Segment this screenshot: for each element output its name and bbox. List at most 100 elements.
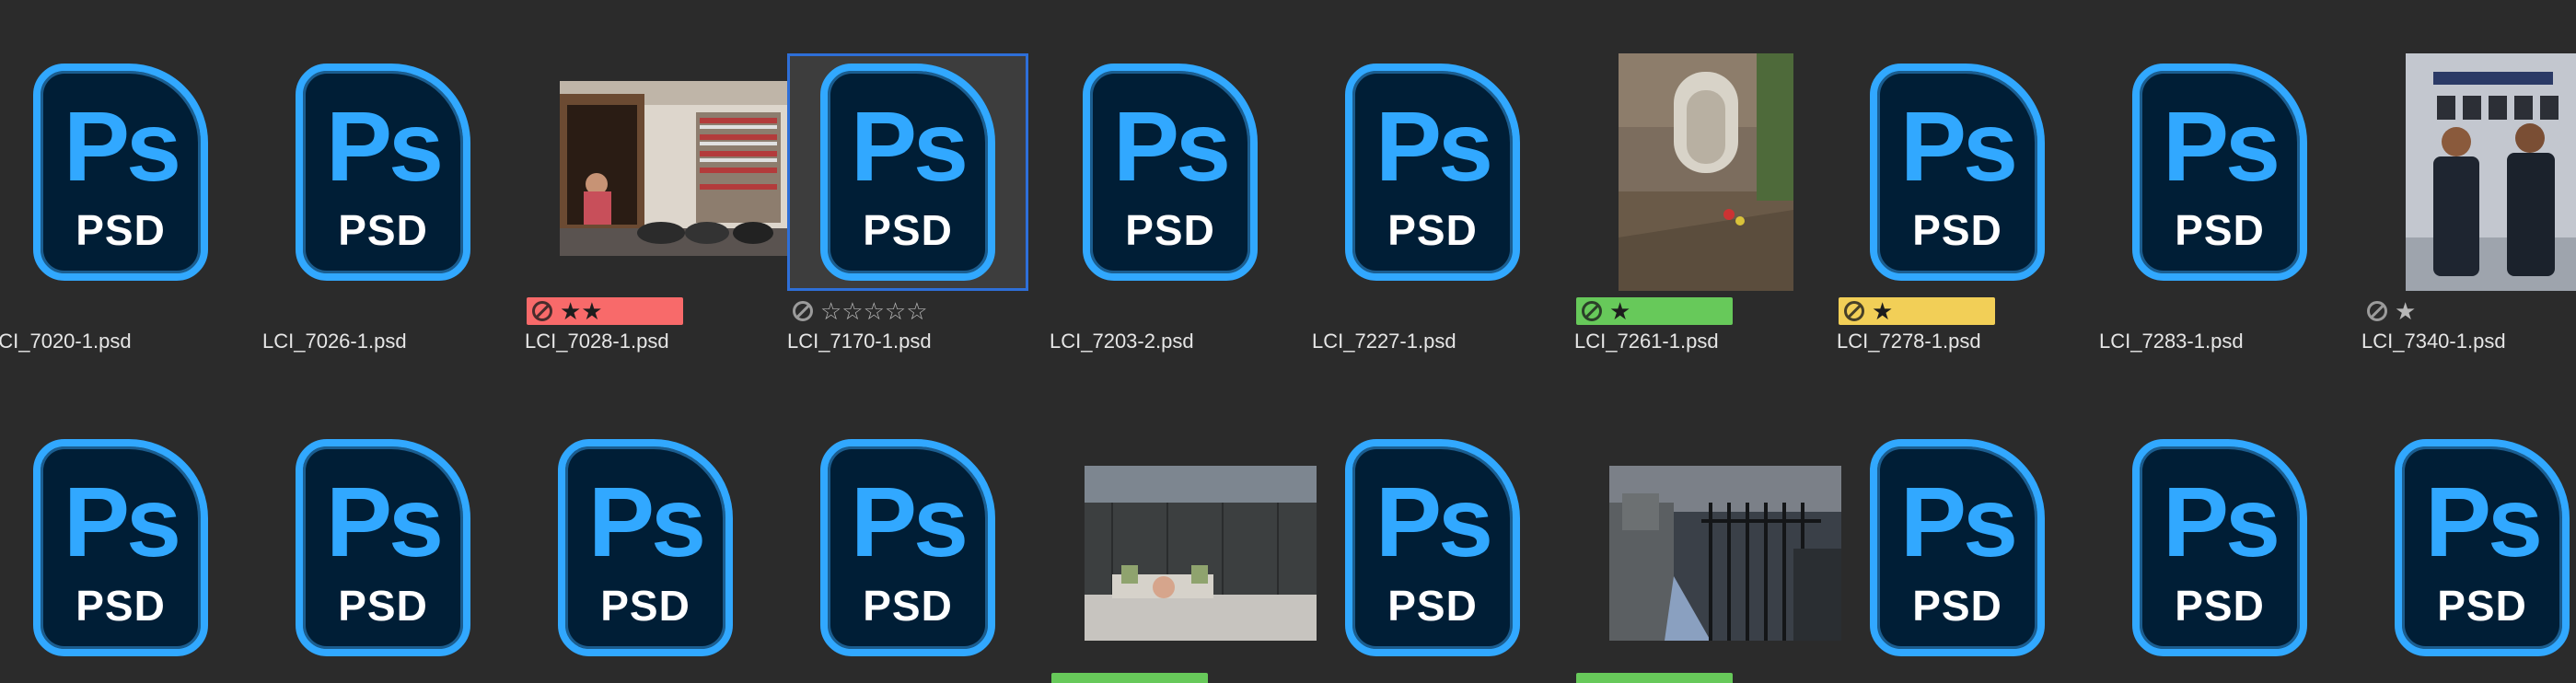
thumbnail-cell[interactable]: Ps PSD LCI_7020-1.psd <box>0 0 262 353</box>
psd-icon-ps-text: Ps <box>2424 466 2543 577</box>
thumbnail-frame[interactable] <box>1574 53 1816 291</box>
file-name-label: LCI_7020-1.psd <box>0 330 132 353</box>
psd-icon-psd-text: PSD <box>1387 582 1478 630</box>
psd-icon-ps-text: Ps <box>1899 466 2018 577</box>
psd-file-icon: Ps PSD <box>33 439 208 656</box>
rating-label-bar[interactable]: ★ <box>1839 297 1995 325</box>
thumbnail-frame[interactable]: Ps PSD <box>2099 429 2340 666</box>
reject-icon[interactable] <box>1844 301 1864 321</box>
star-rating[interactable]: ★ <box>1872 297 1893 325</box>
thumbnail-frame[interactable] <box>2361 53 2576 291</box>
rating-label-bar[interactable]: ★ <box>1576 297 1733 325</box>
thumbnail-frame[interactable]: Ps PSD <box>1312 429 1553 666</box>
psd-icon-psd-text: PSD <box>2437 582 2527 630</box>
thumbnail-cell[interactable]: Ps PSD <box>262 376 525 683</box>
file-name-label: LCI_7203-2.psd <box>1050 330 1194 353</box>
thumbnail-frame[interactable]: Ps PSD <box>0 53 241 291</box>
psd-file-icon: Ps PSD <box>2132 64 2307 281</box>
psd-file-icon: Ps PSD <box>296 64 470 281</box>
thumbnail-frame[interactable]: Ps PSD <box>1837 53 2078 291</box>
psd-icon-psd-text: PSD <box>75 582 166 630</box>
thumbnail-cell[interactable]: Ps PSD ★ LCI_7278-1.psd <box>1837 0 2099 353</box>
rating-label-bar[interactable] <box>1576 673 1733 683</box>
psd-icon-psd-text: PSD <box>338 206 428 254</box>
thumbnail-frame[interactable]: Ps PSD <box>2361 429 2576 666</box>
star-rating[interactable]: ★ <box>2395 297 2416 325</box>
thumbnail-frame[interactable]: Ps PSD <box>787 53 1028 291</box>
thumbnail-cell[interactable] <box>1574 376 1841 683</box>
psd-icon-ps-text: Ps <box>2162 90 2280 202</box>
file-name-label: LCI_7261-1.psd <box>1574 330 1719 353</box>
thumbnail-grid: Ps PSD LCI_7020-1.psd Ps PSD LCI_7026-1.psd ★… <box>0 0 2576 683</box>
psd-file-icon: Ps PSD <box>558 439 733 656</box>
psd-file-icon: Ps PSD <box>1345 64 1520 281</box>
rating-label-bar[interactable]: ★★ <box>527 297 683 325</box>
psd-file-icon: Ps PSD <box>2395 439 2570 656</box>
psd-file-icon: Ps PSD <box>296 439 470 656</box>
thumbnail-frame[interactable]: Ps PSD <box>787 429 1028 666</box>
file-name-label: LCI_7283-1.psd <box>2099 330 2244 353</box>
star-rating[interactable]: ☆☆☆☆☆ <box>820 297 928 325</box>
photo-thumbnail <box>1085 466 1317 641</box>
psd-file-icon: Ps PSD <box>1870 64 2045 281</box>
psd-icon-psd-text: PSD <box>2175 582 2265 630</box>
file-name-label: LCI_7340-1.psd <box>2361 330 2506 353</box>
photo-thumbnail <box>560 81 792 256</box>
thumbnail-cell[interactable]: Ps PSD <box>2361 376 2576 683</box>
psd-icon-ps-text: Ps <box>325 90 444 202</box>
thumbnail-cell[interactable]: Ps PSD <box>2099 376 2361 683</box>
psd-icon-ps-text: Ps <box>850 466 969 577</box>
psd-icon-ps-text: Ps <box>63 90 181 202</box>
star-rating[interactable]: ★ <box>1609 297 1630 325</box>
thumbnail-cell[interactable]: Ps PSD LCI_7203-2.psd <box>1050 0 1312 353</box>
thumbnail-frame[interactable]: Ps PSD <box>2099 53 2340 291</box>
psd-icon-psd-text: PSD <box>2175 206 2265 254</box>
rating-label-bar[interactable]: ☆☆☆☆☆ <box>787 297 934 325</box>
thumbnail-cell[interactable]: Ps PSD <box>1312 376 1574 683</box>
thumbnail-cell[interactable] <box>1050 376 1317 683</box>
thumbnail-frame[interactable]: Ps PSD <box>0 429 241 666</box>
file-name-label: LCI_7026-1.psd <box>262 330 407 353</box>
thumbnail-frame[interactable]: Ps PSD <box>1312 53 1553 291</box>
thumbnail-frame[interactable] <box>525 53 792 291</box>
thumbnail-cell[interactable]: Ps PSD LCI_7026-1.psd <box>262 0 525 353</box>
thumbnail-cell[interactable]: Ps PSD LCI_7227-1.psd <box>1312 0 1574 353</box>
photo-thumbnail <box>1619 53 1793 291</box>
psd-icon-psd-text: PSD <box>1912 206 2002 254</box>
thumbnail-cell[interactable]: Ps PSD <box>787 376 1050 683</box>
thumbnail-cell[interactable]: Ps PSD <box>1837 376 2099 683</box>
rating-label-bar[interactable] <box>1051 673 1208 683</box>
psd-file-icon: Ps PSD <box>1345 439 1520 656</box>
thumbnail-cell[interactable]: ★ LCI_7340-1.psd <box>2361 0 2576 353</box>
thumbnail-cell[interactable]: Ps PSD LCI_7283-1.psd <box>2099 0 2361 353</box>
thumbnail-frame[interactable] <box>1050 429 1317 666</box>
thumbnail-frame[interactable]: Ps PSD <box>262 429 504 666</box>
psd-icon-psd-text: PSD <box>338 582 428 630</box>
psd-file-icon: Ps PSD <box>1870 439 2045 656</box>
thumbnail-cell[interactable]: Ps PSD ☆☆☆☆☆ LCI_7170-1.psd <box>787 0 1050 353</box>
psd-icon-ps-text: Ps <box>63 466 181 577</box>
thumbnail-frame[interactable]: Ps PSD <box>262 53 504 291</box>
thumbnail-cell[interactable]: Ps PSD <box>525 376 787 683</box>
thumbnail-cell[interactable]: Ps PSD <box>0 376 262 683</box>
thumbnail-frame[interactable] <box>1574 429 1841 666</box>
reject-icon[interactable] <box>2367 301 2387 321</box>
psd-icon-ps-text: Ps <box>1375 90 1493 202</box>
psd-icon-psd-text: PSD <box>863 582 953 630</box>
rating-label-bar[interactable]: ★ <box>2361 297 2421 325</box>
thumbnail-cell[interactable]: ★ LCI_7261-1.psd <box>1574 0 1837 353</box>
star-rating[interactable]: ★★ <box>560 297 603 325</box>
psd-icon-psd-text: PSD <box>1912 582 2002 630</box>
thumbnail-frame[interactable]: Ps PSD <box>1837 429 2078 666</box>
thumbnail-cell[interactable]: ★★ LCI_7028-1.psd <box>525 0 792 353</box>
thumbnail-frame[interactable]: Ps PSD <box>1050 53 1291 291</box>
psd-icon-psd-text: PSD <box>600 582 690 630</box>
reject-icon[interactable] <box>793 301 813 321</box>
thumbnail-frame[interactable]: Ps PSD <box>525 429 766 666</box>
reject-icon[interactable] <box>1582 301 1602 321</box>
psd-icon-ps-text: Ps <box>1899 90 2018 202</box>
psd-file-icon: Ps PSD <box>1083 64 1258 281</box>
psd-file-icon: Ps PSD <box>820 64 995 281</box>
reject-icon[interactable] <box>532 301 552 321</box>
psd-icon-ps-text: Ps <box>587 466 706 577</box>
